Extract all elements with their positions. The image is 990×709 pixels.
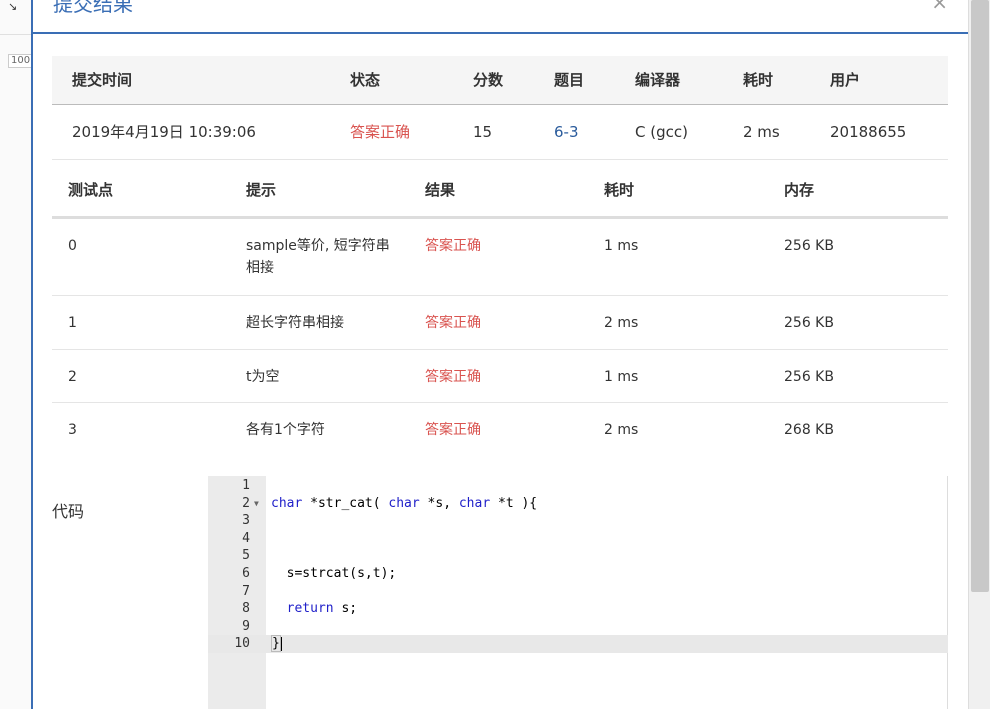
submit-time: 2019年4月19日 10:39:06 <box>72 123 256 141</box>
divider <box>0 34 31 35</box>
test-duration: 1 ms <box>604 369 639 385</box>
line-number: 8 <box>242 601 250 617</box>
test-hint: t为空 <box>246 369 280 385</box>
test-duration: 2 ms <box>604 422 639 438</box>
compiler: C (gcc) <box>635 123 688 141</box>
test-result: 答案正确 <box>425 369 481 385</box>
line-number: 4 <box>242 530 250 546</box>
test-memory: 256 KB <box>784 369 834 385</box>
test-result: 答案正确 <box>425 238 481 254</box>
modal-title: 提交结果 <box>53 0 133 16</box>
code-line: 1 <box>208 477 948 495</box>
code-line: 8 return s; <box>208 600 948 618</box>
test-point-id: 2 <box>68 369 77 385</box>
summary-header-row: 提交时间 状态 分数 题目 编译器 耗时 用户 <box>52 56 948 105</box>
code-line: 7 <box>208 583 948 601</box>
test-hint: 各有1个字符 <box>246 422 325 438</box>
line-number: 9 <box>242 618 250 634</box>
header-memory: 内存 <box>784 181 815 199</box>
test-memory: 256 KB <box>784 315 834 331</box>
code-editor[interactable]: 1 2 ▼ char *str_cat( char *s, char *t ){… <box>208 476 948 709</box>
header-problem: 题目 <box>554 71 585 89</box>
summary-row: 2019年4月19日 10:39:06 答案正确 15 6-3 C (gcc) … <box>52 105 948 160</box>
line-number: 6 <box>242 566 250 581</box>
line-number: 2 <box>242 495 250 511</box>
code-line: 6 s=strcat(s,t); <box>208 565 948 583</box>
background-page: ↘ 100 <box>0 0 34 709</box>
line-number: 5 <box>242 548 250 564</box>
test-result: 答案正确 <box>425 315 481 331</box>
status-badge: 答案正确 <box>350 123 411 141</box>
header-user: 用户 <box>830 71 861 89</box>
code-line: 4 <box>208 530 948 548</box>
test-result: 答案正确 <box>425 422 481 438</box>
background-input-value: 100 <box>8 54 34 68</box>
line-number: 7 <box>242 583 250 599</box>
test-hint: sample等价, 短字符串相接 <box>246 238 390 276</box>
test-duration: 1 ms <box>604 238 639 254</box>
line-number: 10 <box>234 636 250 652</box>
line-number: 1 <box>242 478 250 493</box>
code-label: 代码 <box>52 502 85 521</box>
code-line: 2 ▼ char *str_cat( char *s, char *t ){ <box>208 495 948 513</box>
submission-summary-table: 提交时间 状态 分数 题目 编译器 耗时 用户 2019年4月19日 10:39… <box>52 56 948 160</box>
code-line: 5 <box>208 547 948 565</box>
user-id: 20188655 <box>830 123 907 141</box>
test-duration: 2 ms <box>604 315 639 331</box>
code-line: 9 <box>208 618 948 636</box>
line-number: 3 <box>242 513 250 529</box>
test-memory: 268 KB <box>784 422 834 438</box>
header-test-point: 测试点 <box>68 181 114 199</box>
test-point-id: 3 <box>68 422 77 438</box>
score: 15 <box>473 123 493 141</box>
expand-icon[interactable]: ↘ <box>8 0 22 14</box>
code-text: } <box>271 635 282 653</box>
modal-header: 提交结果 × <box>33 0 968 34</box>
header-duration: 耗时 <box>743 71 774 89</box>
test-memory: 256 KB <box>784 238 834 254</box>
active-code-line: 10 } <box>208 635 948 653</box>
table-row: 1 超长字符串相接 答案正确 2 ms 256 KB <box>52 296 948 350</box>
header-score: 分数 <box>473 71 504 89</box>
test-point-id: 1 <box>68 315 77 331</box>
duration: 2 ms <box>743 123 780 141</box>
close-icon[interactable]: × <box>931 0 948 14</box>
header-result: 结果 <box>425 181 456 199</box>
header-submit-time: 提交时间 <box>72 71 133 89</box>
code-text: char *str_cat( char *s, char *t ){ <box>271 495 538 511</box>
test-hint: 超长字符串相接 <box>246 315 344 331</box>
code-text: s=strcat(s,t); <box>271 566 397 581</box>
scrollbar[interactable] <box>968 0 990 709</box>
code-line: 3 <box>208 512 948 530</box>
header-hint: 提示 <box>246 181 277 199</box>
fold-arrow-icon[interactable]: ▼ <box>254 495 259 513</box>
test-cases-table: 测试点 提示 结果 耗时 内存 0 sample等价, 短字符串相接 答案正确 … <box>52 162 948 458</box>
code-text: return s; <box>286 601 358 617</box>
table-row: 0 sample等价, 短字符串相接 答案正确 1 ms 256 KB <box>52 219 948 296</box>
table-row: 2 t为空 答案正确 1 ms 256 KB <box>52 350 948 403</box>
header-duration: 耗时 <box>604 181 635 199</box>
scrollbar-thumb[interactable] <box>971 0 989 592</box>
text-cursor <box>280 636 282 651</box>
header-status: 状态 <box>350 71 381 89</box>
table-row: 3 各有1个字符 答案正确 2 ms 268 KB <box>52 403 948 458</box>
header-compiler: 编译器 <box>635 71 681 89</box>
cases-header-row: 测试点 提示 结果 耗时 内存 <box>52 162 948 219</box>
problem-link[interactable]: 6-3 <box>554 105 579 160</box>
test-point-id: 0 <box>68 238 77 254</box>
